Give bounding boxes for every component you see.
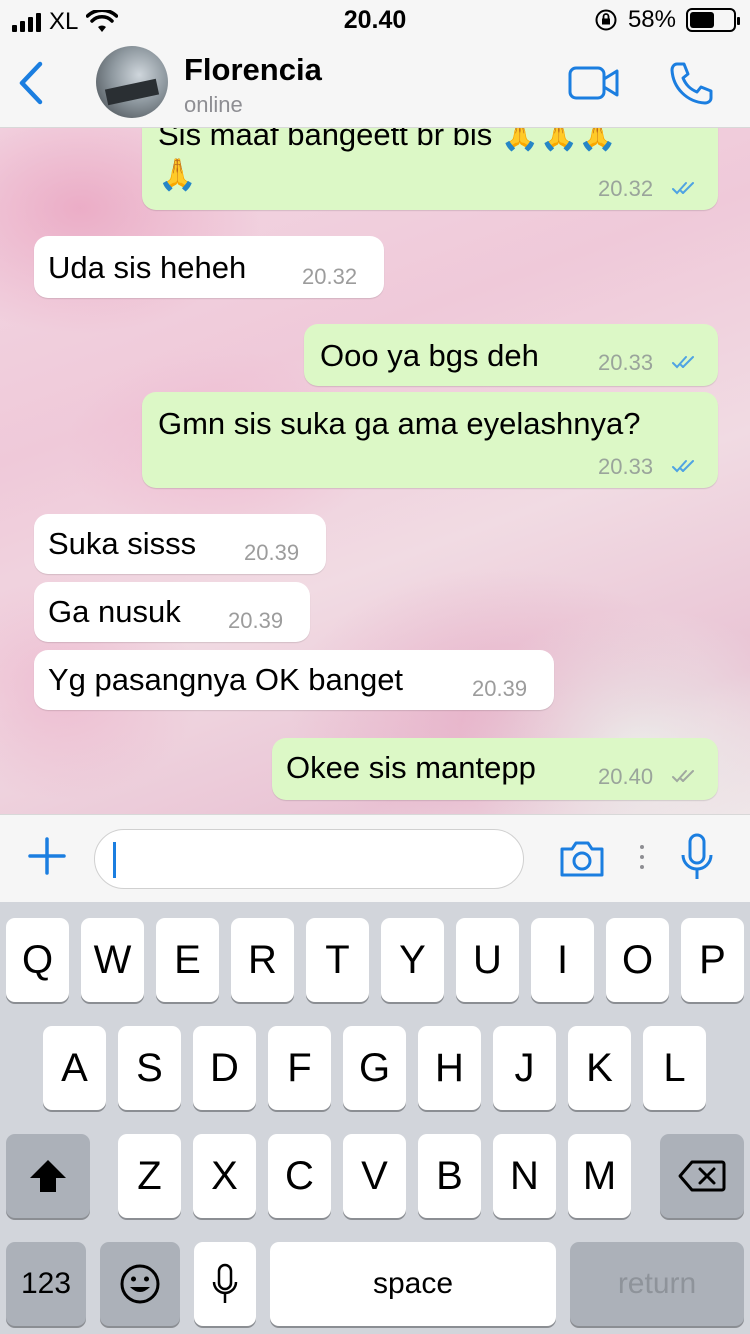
read-ticks-icon: [672, 460, 694, 473]
rotation-lock-icon: [595, 9, 617, 31]
message-input[interactable]: [94, 829, 524, 889]
message-time: 20.33: [598, 350, 654, 375]
message-text: Ooo ya bgs deh: [320, 338, 539, 373]
key-l[interactable]: L: [643, 1026, 706, 1110]
key-k[interactable]: K: [568, 1026, 631, 1110]
message-bubble-incoming[interactable]: Suka sisss 20.39: [34, 514, 326, 574]
shift-icon: [30, 1160, 66, 1192]
key-t[interactable]: T: [306, 918, 369, 1002]
message-text: Okee sis mantepp: [286, 750, 536, 785]
message-text: Suka sisss: [48, 526, 197, 561]
message-bubble-incoming[interactable]: Uda sis heheh 20.32: [34, 236, 384, 298]
chat-area[interactable]: Sis maaf bangeett br bis 🙏🙏🙏 🙏 20.32 Uda…: [0, 128, 750, 814]
key-y[interactable]: Y: [381, 918, 444, 1002]
key-u[interactable]: U: [456, 918, 519, 1002]
message-text: Ga nusuk: [48, 594, 181, 629]
key-m[interactable]: M: [568, 1134, 631, 1218]
key-j[interactable]: J: [493, 1026, 556, 1110]
key-h[interactable]: H: [418, 1026, 481, 1110]
message-text: Uda sis heheh: [48, 250, 247, 285]
key-c[interactable]: C: [268, 1134, 331, 1218]
key-a[interactable]: A: [43, 1026, 106, 1110]
backspace-icon: [678, 1160, 726, 1192]
message-time: 20.39: [228, 608, 284, 633]
message-time: 20.39: [472, 676, 528, 701]
more-dots-icon[interactable]: [640, 845, 646, 875]
key-o[interactable]: O: [606, 918, 669, 1002]
message-time: 20.32: [598, 176, 654, 201]
key-v[interactable]: V: [343, 1134, 406, 1218]
read-ticks-icon: [672, 182, 694, 195]
message-text-line2: 🙏: [158, 157, 197, 192]
message-input-bar: [0, 814, 750, 902]
key-q[interactable]: Q: [6, 918, 69, 1002]
text-caret: [113, 842, 116, 878]
key-n[interactable]: N: [493, 1134, 556, 1218]
message-text: Yg pasangnya OK banget: [48, 662, 404, 697]
microphone-icon[interactable]: [680, 833, 714, 883]
numbers-key[interactable]: 123: [6, 1242, 86, 1326]
message-bubble-outgoing[interactable]: Sis maaf bangeett br bis 🙏🙏🙏 🙏 20.32: [142, 128, 718, 210]
delivered-ticks-icon: [672, 770, 694, 783]
message-text: Sis maaf bangeett br bis 🙏🙏🙏: [158, 128, 617, 152]
backspace-key[interactable]: [660, 1134, 744, 1218]
key-f[interactable]: F: [268, 1026, 331, 1110]
plus-icon[interactable]: [28, 837, 66, 875]
status-bar: XL 20.40 58%: [0, 0, 750, 40]
message-time: 20.40: [598, 764, 654, 789]
status-right: 58%: [594, 6, 740, 34]
return-key[interactable]: return: [570, 1242, 744, 1326]
emoji-icon: [120, 1264, 160, 1304]
message-bubble-outgoing[interactable]: Ooo ya bgs deh 20.33: [304, 324, 718, 386]
dictation-key[interactable]: [194, 1242, 256, 1326]
key-p[interactable]: P: [681, 918, 744, 1002]
read-ticks-icon: [672, 356, 694, 369]
message-text: Gmn sis suka ga ama eyelashnya?: [158, 406, 641, 441]
shift-key[interactable]: [6, 1134, 90, 1218]
battery-fill: [690, 12, 715, 28]
message-time: 20.33: [598, 454, 654, 479]
keyboard: QWERTYUIOP ASDFGHJKL ZXCVBNM 123 space r…: [0, 902, 750, 1334]
contact-status: online: [184, 92, 243, 117]
key-r[interactable]: R: [231, 918, 294, 1002]
space-key[interactable]: space: [270, 1242, 556, 1326]
message-bubble-incoming[interactable]: Yg pasangnya OK banget 20.39: [34, 650, 554, 710]
camera-icon[interactable]: [558, 839, 606, 879]
key-z[interactable]: Z: [118, 1134, 181, 1218]
key-x[interactable]: X: [193, 1134, 256, 1218]
chat-header: Florencia online: [0, 40, 750, 128]
battery-icon: [686, 8, 740, 32]
message-bubble-incoming[interactable]: Ga nusuk 20.39: [34, 582, 310, 642]
back-chevron-icon[interactable]: [16, 60, 46, 106]
message-time: 20.32: [302, 264, 358, 289]
contact-name[interactable]: Florencia: [184, 52, 322, 88]
phone-call-icon[interactable]: [668, 60, 714, 106]
key-e[interactable]: E: [156, 918, 219, 1002]
key-w[interactable]: W: [81, 918, 144, 1002]
avatar[interactable]: [96, 46, 168, 118]
message-bubble-outgoing[interactable]: Gmn sis suka ga ama eyelashnya? 20.33: [142, 392, 718, 488]
key-b[interactable]: B: [418, 1134, 481, 1218]
video-call-icon[interactable]: [568, 66, 620, 100]
key-g[interactable]: G: [343, 1026, 406, 1110]
key-i[interactable]: I: [531, 918, 594, 1002]
dictation-mic-icon: [212, 1263, 238, 1303]
message-time: 20.39: [244, 540, 300, 565]
emoji-key[interactable]: [100, 1242, 180, 1326]
key-d[interactable]: D: [193, 1026, 256, 1110]
key-s[interactable]: S: [118, 1026, 181, 1110]
battery-percent: 58%: [627, 6, 676, 33]
message-bubble-outgoing[interactable]: Okee sis mantepp 20.40: [272, 738, 718, 800]
